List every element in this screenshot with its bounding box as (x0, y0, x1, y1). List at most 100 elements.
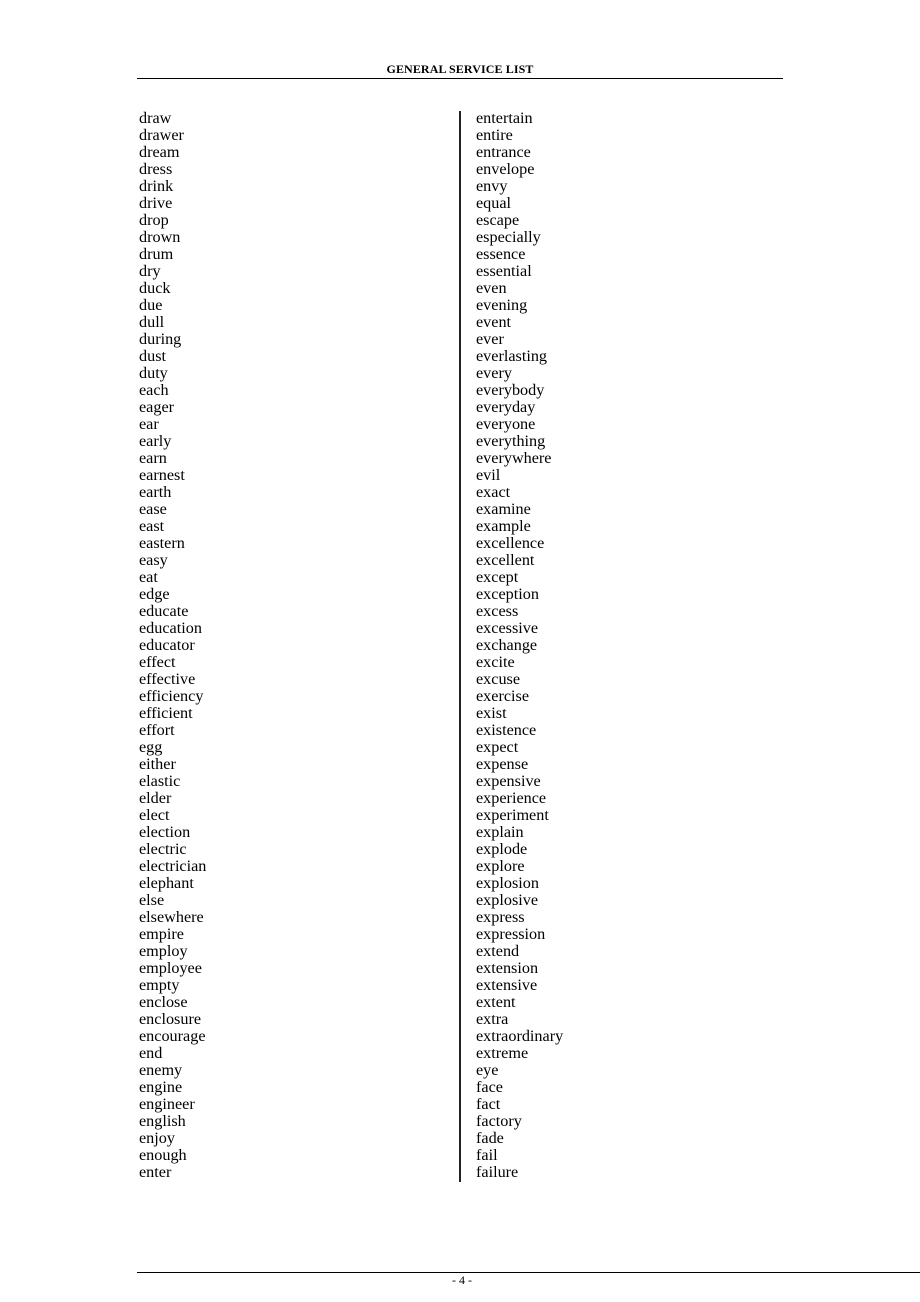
word-list-item: either (139, 755, 176, 773)
word-list-item: entertain (476, 109, 533, 127)
word-list-item: election (139, 823, 191, 841)
word-list-item: extension (476, 959, 539, 977)
word-list-item: entrance (476, 143, 531, 161)
word-column-left: draw drawer dream dress drink drive drop drown d… (139, 110, 206, 1181)
word-list-item: due (139, 296, 163, 314)
word-list-item: employee (139, 959, 202, 977)
word-list-item: electrician (139, 857, 207, 875)
word-list-item: else (139, 891, 165, 909)
word-list-item: exception (476, 585, 539, 603)
word-list-item: draw (139, 109, 172, 127)
word-list-item: factory (476, 1112, 522, 1130)
word-list-item: existence (476, 721, 537, 739)
word-list-item: edge (139, 585, 170, 603)
word-list-item: excite (476, 653, 515, 671)
word-list-item: efficient (139, 704, 193, 722)
word-list-item: enjoy (139, 1129, 175, 1147)
word-list-item: earn (139, 449, 167, 467)
word-list-item: elder (139, 789, 172, 807)
word-list-item: experiment (476, 806, 549, 824)
word-list-item: everlasting (476, 347, 548, 365)
word-list-item: enter (139, 1163, 172, 1181)
word-list-item: eastern (139, 534, 185, 552)
word-list-item: elastic (139, 772, 181, 790)
word-list-item: escape (476, 211, 520, 229)
word-list-item: engine (139, 1078, 183, 1096)
word-list-item: everywhere (476, 449, 552, 467)
word-list-item: extra (476, 1010, 509, 1028)
word-list-item: failure (476, 1163, 519, 1181)
word-list-item: egg (139, 738, 163, 756)
word-list-item: dull (139, 313, 165, 331)
word-list-item: enclose (139, 993, 188, 1011)
word-list-item: educator (139, 636, 195, 654)
word-list-item: dry (139, 262, 161, 280)
word-list-item: ear (139, 415, 159, 433)
word-list-item: eager (139, 398, 175, 416)
word-list-item: expensive (476, 772, 541, 790)
word-list-item: elsewhere (139, 908, 204, 926)
word-list-item: envelope (476, 160, 535, 178)
word-list-item: eye (476, 1061, 499, 1079)
word-list-item: extreme (476, 1044, 529, 1062)
header-rule (137, 78, 783, 79)
word-list-item: dream (139, 143, 180, 161)
word-list-item: explode (476, 840, 528, 858)
word-list-item: duck (139, 279, 171, 297)
word-list-item: everybody (476, 381, 545, 399)
word-list-item: electric (139, 840, 187, 858)
word-list-item: express (476, 908, 525, 926)
word-list-item: easy (139, 551, 168, 569)
word-list-item: excessive (476, 619, 539, 637)
word-list-item: equal (476, 194, 512, 212)
word-list-item: duty (139, 364, 168, 382)
footer-rule (137, 1272, 920, 1273)
word-list-item: end (139, 1044, 163, 1062)
word-list-item: fail (476, 1146, 498, 1164)
word-list-item: explore (476, 857, 525, 875)
word-list-item: example (476, 517, 531, 535)
word-list-item: exist (476, 704, 507, 722)
page-header-title: GENERAL SERVICE LIST (386, 62, 534, 76)
word-list-item: especially (476, 228, 541, 246)
word-list-item: excellence (476, 534, 545, 552)
word-list-item: excess (476, 602, 519, 620)
word-list-item: explosion (476, 874, 539, 892)
word-list-item: everyone (476, 415, 536, 433)
word-list-item: dress (139, 160, 173, 178)
word-list-item: extraordinary (476, 1027, 564, 1045)
word-list-item: experience (476, 789, 547, 807)
word-list-item: expression (476, 925, 546, 943)
word-list-item: elect (139, 806, 170, 824)
word-list-item: engineer (139, 1095, 195, 1113)
word-list-item: east (139, 517, 165, 535)
word-list-item: ever (476, 330, 504, 348)
word-list-item: encourage (139, 1027, 206, 1045)
word-list-item: exact (476, 483, 511, 501)
word-list-item: face (476, 1078, 503, 1096)
word-list-item: event (476, 313, 512, 331)
word-list-item: employ (139, 942, 188, 960)
word-list-item: every (476, 364, 512, 382)
word-list-item: exercise (476, 687, 530, 705)
word-list-item: everything (476, 432, 546, 450)
word-list-item: enough (139, 1146, 187, 1164)
word-list-item: english (139, 1112, 186, 1130)
word-list-item: essential (476, 262, 532, 280)
word-list-item: even (476, 279, 507, 297)
word-list-item: effect (139, 653, 176, 671)
word-list-item: earnest (139, 466, 185, 484)
word-list-item: excuse (476, 670, 521, 688)
word-list-item: each (139, 381, 169, 399)
word-list-item: efficiency (139, 687, 204, 705)
word-list-item: ease (139, 500, 167, 518)
word-list-item: drink (139, 177, 174, 195)
word-list-item: fact (476, 1095, 501, 1113)
word-list-item: examine (476, 500, 531, 518)
word-list-item: envy (476, 177, 508, 195)
word-list-item: education (139, 619, 202, 637)
word-list-item: effective (139, 670, 196, 688)
word-list-item: evil (476, 466, 501, 484)
word-list-item: enclosure (139, 1010, 202, 1028)
word-list-item: expense (476, 755, 529, 773)
